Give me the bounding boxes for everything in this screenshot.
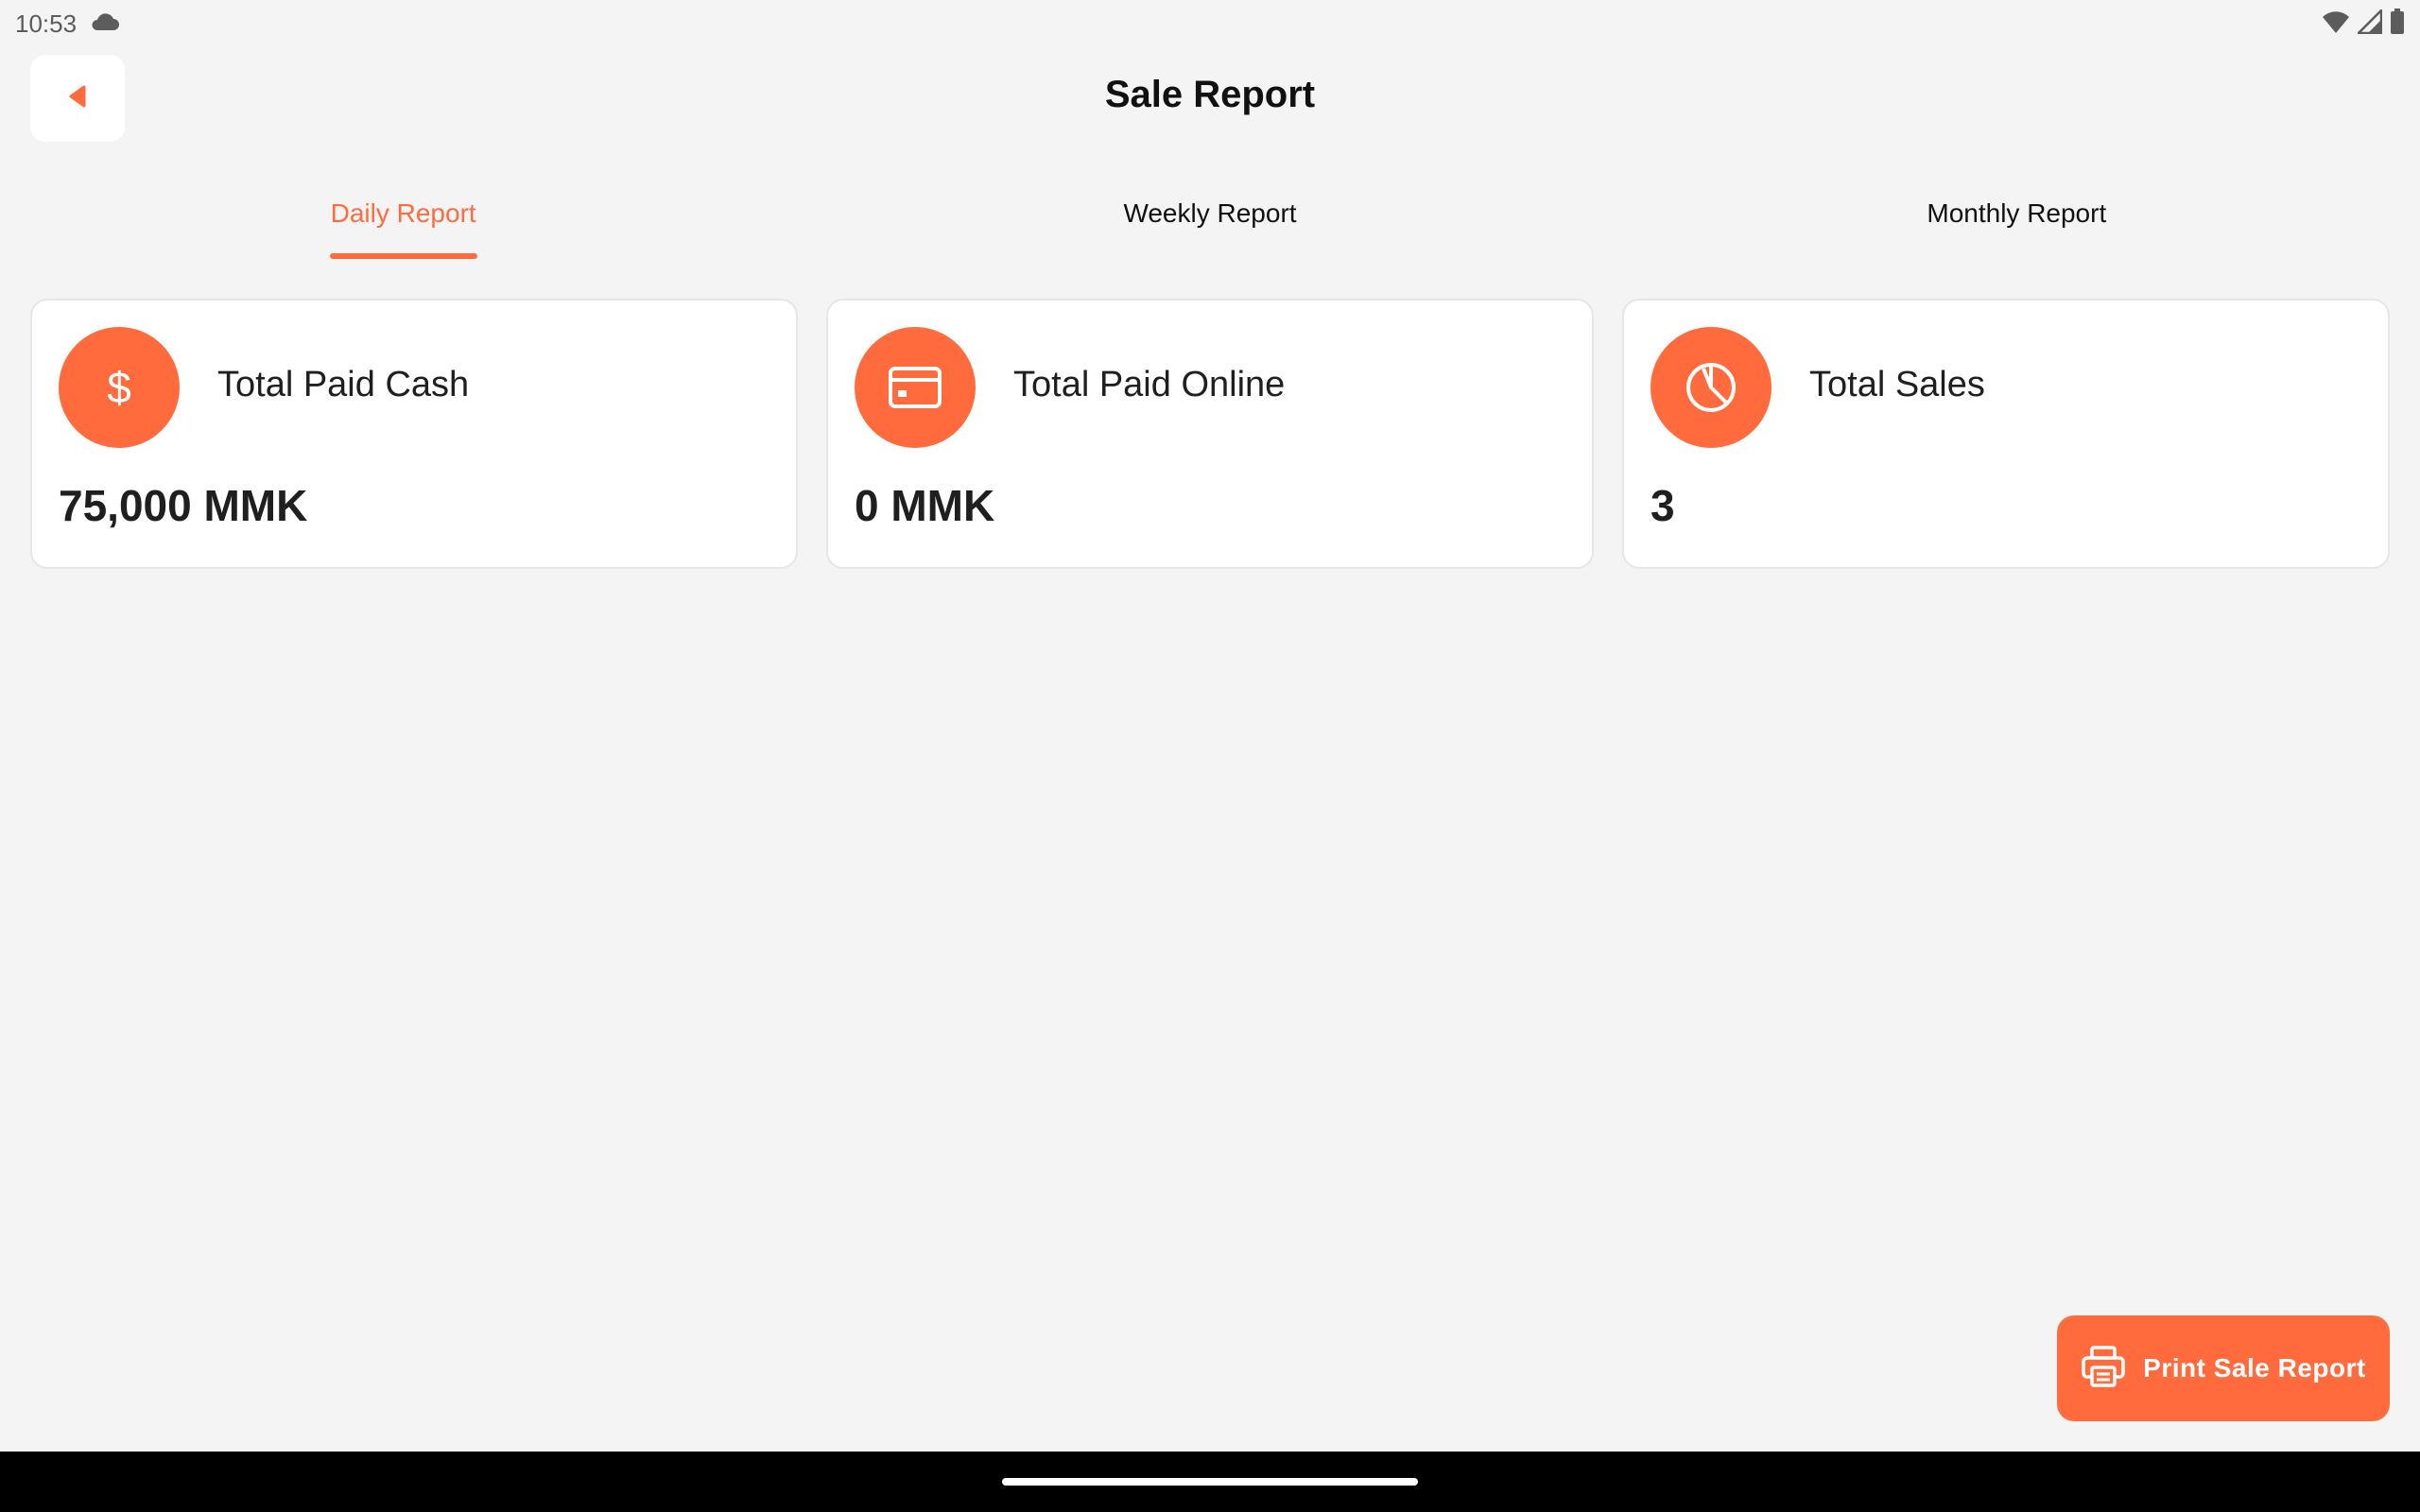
card-value: 3: [1651, 481, 1675, 530]
signal-icon: [2355, 7, 2383, 39]
print-sale-report-button[interactable]: Print Sale Report: [2057, 1315, 2390, 1421]
page-title: Sale Report: [1104, 74, 1316, 115]
tab-daily-report[interactable]: Daily Report: [0, 185, 806, 265]
summary-cards: $ Total Paid Cash 75,000 MMK Total Paid …: [30, 299, 2390, 569]
card-value: 0 MMK: [855, 481, 995, 530]
tab-label: Monthly Report: [1927, 198, 2107, 228]
status-time: 10:53: [15, 9, 78, 38]
print-button-label: Print Sale Report: [2143, 1353, 2366, 1383]
card-label: Total Sales: [1809, 365, 1985, 404]
credit-card-icon: [855, 327, 976, 448]
printer-icon: [2081, 1345, 2126, 1393]
home-gesture-handle[interactable]: [1002, 1478, 1418, 1486]
wifi-icon: [2322, 9, 2350, 39]
total-sales-card: Total Sales 3: [1622, 299, 2390, 569]
card-label: Total Paid Online: [1013, 365, 1286, 404]
cloud-icon: [90, 9, 120, 39]
tab-weekly-report[interactable]: Weekly Report: [806, 185, 1613, 265]
svg-text:$: $: [107, 363, 131, 412]
total-paid-cash-card: $ Total Paid Cash 75,000 MMK: [30, 299, 798, 569]
dollar-icon: $: [59, 327, 180, 448]
status-left: 10:53: [15, 9, 120, 39]
report-tabs: Daily Report Weekly Report Monthly Repor…: [0, 185, 2420, 265]
tab-label: Weekly Report: [1123, 198, 1297, 228]
status-bar: 10:53: [0, 0, 2420, 47]
status-right: [2322, 7, 2405, 40]
sale-report-screen: 10:53 Sale Report Daily Report Weekly Re…: [0, 0, 2420, 1512]
total-paid-online-card: Total Paid Online 0 MMK: [826, 299, 1594, 569]
battery-icon: [2390, 8, 2405, 40]
pie-chart-icon: [1651, 327, 1772, 448]
system-navigation-bar: [0, 1452, 2420, 1512]
tab-monthly-report[interactable]: Monthly Report: [1614, 185, 2420, 265]
card-value: 75,000 MMK: [59, 481, 308, 530]
active-tab-indicator: [329, 253, 477, 259]
card-label: Total Paid Cash: [217, 365, 470, 404]
